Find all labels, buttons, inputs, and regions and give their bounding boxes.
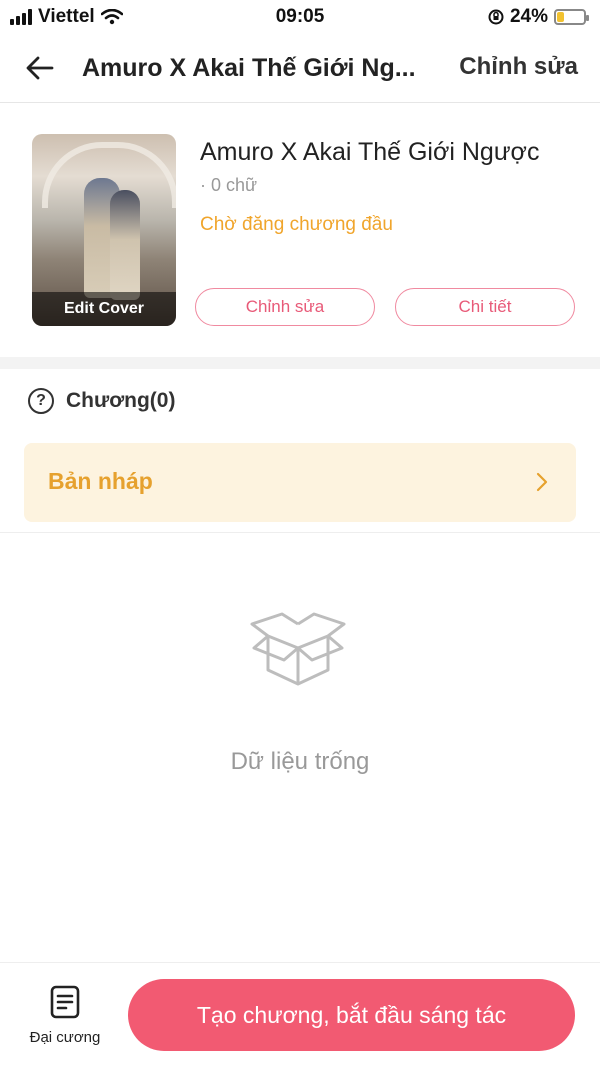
battery-group: 24% [488, 6, 589, 28]
nav-bar: Amuro X Akai Thế Giới Ng... Chỉnh sửa [0, 34, 600, 103]
draft-row[interactable]: Bản nháp [24, 443, 576, 522]
edit-cover-label[interactable]: Edit Cover [32, 292, 176, 326]
page-title: Amuro X Akai Thế Giới Ng... [82, 54, 416, 82]
battery-percent: 24% [509, 6, 548, 27]
create-chapter-button[interactable]: Tạo chương, bắt đầu sáng tác [128, 979, 575, 1051]
details-button[interactable]: Chi tiết [395, 288, 575, 326]
chapter-count-label: Chương(0) [66, 389, 176, 412]
cover-figure [110, 190, 140, 300]
book-cover[interactable]: Edit Cover [32, 134, 176, 326]
orientation-lock-icon [488, 9, 504, 25]
draft-label: Bản nháp [48, 468, 153, 494]
arrow-left-icon [26, 56, 54, 80]
edit-book-button[interactable]: Chỉnh sửa [195, 288, 375, 326]
status-bar: Viettel 09:05 24% [0, 0, 600, 34]
empty-state-text: Dữ liệu trống [230, 748, 370, 775]
edit-nav-button[interactable]: Chỉnh sửa [459, 53, 578, 81]
outline-label: Đại cương [29, 1029, 101, 1046]
divider [0, 532, 600, 533]
document-icon [50, 985, 80, 1019]
word-count: · 0 chữ [200, 175, 258, 195]
battery-icon [554, 9, 589, 25]
book-title: Amuro X Akai Thế Giới Ngược [200, 138, 540, 166]
outline-tab[interactable]: Đại cương [22, 983, 108, 1053]
question-circle-icon[interactable]: ? [28, 388, 54, 414]
bottom-bar: Đại cương Tạo chương, bắt đầu sáng tác [0, 962, 600, 1068]
chapter-header: ? Chương(0) [28, 388, 175, 414]
back-button[interactable] [20, 48, 60, 88]
chevron-right-icon [536, 472, 548, 492]
book-status: Chờ đăng chương đầu [200, 214, 393, 235]
empty-box-icon [250, 612, 346, 686]
section-divider [0, 357, 600, 369]
